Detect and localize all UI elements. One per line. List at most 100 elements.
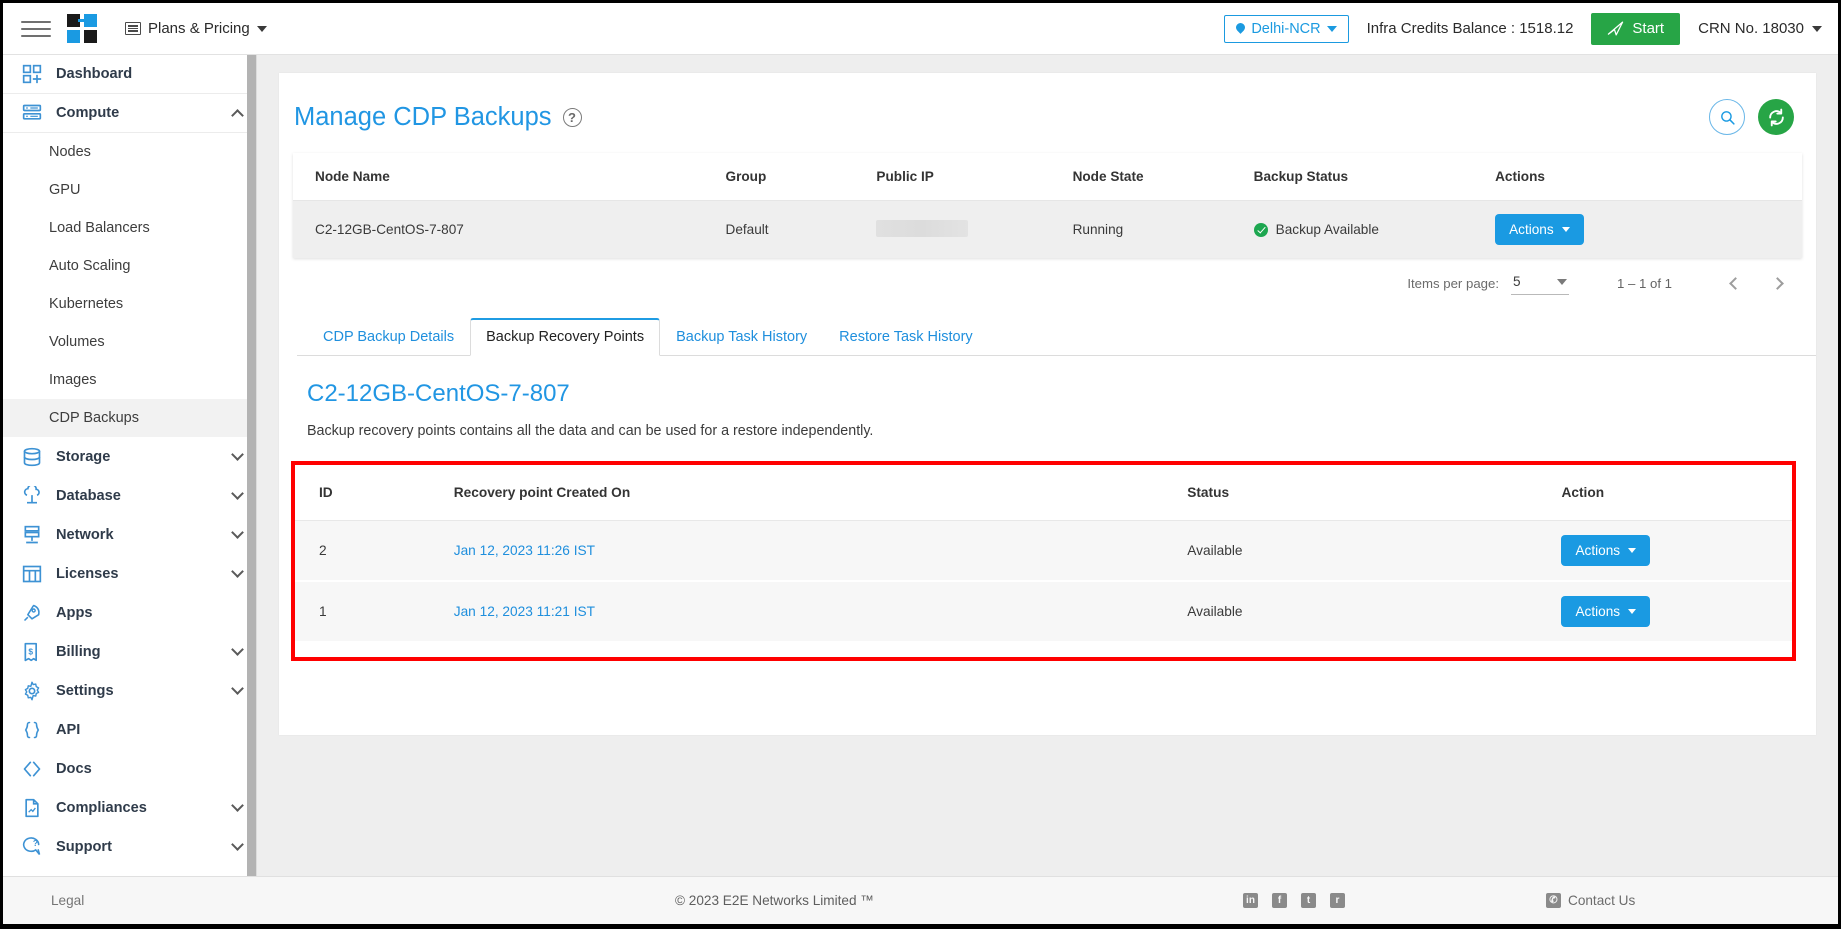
recovery-point-link[interactable]: Jan 12, 2023 11:26 IST bbox=[454, 543, 595, 558]
cell-status: Available bbox=[1163, 520, 1538, 582]
cell-action: Actions bbox=[1537, 520, 1792, 582]
contact-us-link[interactable]: ✆ Contact Us bbox=[1546, 893, 1635, 908]
cell-group: Default bbox=[715, 200, 867, 258]
top-bar-right: Delhi-NCR Infra Credits Balance : 1518.1… bbox=[1224, 3, 1838, 54]
chevron-down-icon bbox=[231, 682, 244, 695]
start-button[interactable]: Start bbox=[1591, 12, 1681, 45]
paginator: Items per page: 5 1 – 1 of 1 bbox=[279, 258, 1816, 295]
region-selector[interactable]: Delhi-NCR bbox=[1224, 14, 1349, 43]
footer: Legal © 2023 E2E Networks Limited ™ in f… bbox=[3, 876, 1838, 924]
sidebar-item-label: Network bbox=[56, 526, 114, 543]
sidebar-item-auto-scaling[interactable]: Auto Scaling bbox=[3, 247, 256, 285]
sidebar-item-database[interactable]: Database bbox=[3, 476, 256, 515]
e2e-networks-logo[interactable] bbox=[61, 9, 105, 49]
section-description: Backup recovery points contains all the … bbox=[307, 423, 874, 439]
sidebar-scrollbar-track[interactable] bbox=[247, 55, 256, 876]
top-bar: Plans & Pricing Delhi-NCR Infra Credits … bbox=[3, 3, 1838, 55]
sidebar-item-licenses[interactable]: Licenses bbox=[3, 554, 256, 593]
sidebar-item-volumes[interactable]: Volumes bbox=[3, 323, 256, 361]
sidebar-item-billing[interactable]: $ Billing bbox=[3, 632, 256, 671]
chevron-down-icon bbox=[1628, 609, 1637, 614]
sidebar-item-cdp-backups[interactable]: CDP Backups bbox=[3, 399, 256, 437]
col-group: Group bbox=[715, 153, 867, 201]
search-button[interactable] bbox=[1709, 99, 1745, 135]
recovery-points-header-row: ID Recovery point Created On Status Acti… bbox=[295, 465, 1792, 521]
recovery-table-footer-space bbox=[295, 643, 1792, 657]
tab-cdp-backup-details[interactable]: CDP Backup Details bbox=[307, 319, 470, 356]
table-row: C2-12GB-CentOS-7-807 Default Running Bac… bbox=[293, 200, 1802, 258]
sidebar-subitem-label: GPU bbox=[49, 182, 81, 198]
recovery-points-highlight-box: ID Recovery point Created On Status Acti… bbox=[291, 461, 1796, 661]
sidebar-subitem-label: Images bbox=[49, 372, 97, 388]
sidebar-item-support[interactable]: ? Support bbox=[3, 827, 256, 866]
cell-backup-status: Backup Available bbox=[1243, 200, 1486, 258]
location-pin-icon bbox=[1234, 21, 1248, 34]
crn-menu[interactable]: CRN No. 18030 bbox=[1698, 20, 1822, 37]
cell-status: Available bbox=[1163, 581, 1538, 643]
svg-text:$: $ bbox=[28, 646, 33, 656]
chevron-down-icon bbox=[256, 25, 267, 32]
next-page-button[interactable] bbox=[1766, 273, 1788, 295]
recovery-point-actions-button[interactable]: Actions bbox=[1561, 535, 1651, 566]
node-actions-button[interactable]: Actions bbox=[1495, 214, 1584, 245]
node-table-header-row: Node Name Group Public IP Node State Bac… bbox=[293, 153, 1802, 201]
chevron-down-icon bbox=[231, 565, 244, 578]
legal-link[interactable]: Legal bbox=[3, 893, 257, 908]
sidebar-item-nodes[interactable]: Nodes bbox=[3, 133, 256, 171]
col-created-on: Recovery point Created On bbox=[429, 465, 1164, 521]
sidebar-item-compute[interactable]: Compute bbox=[3, 94, 256, 133]
page-title: Manage CDP Backups ? bbox=[294, 103, 582, 132]
database-icon bbox=[21, 446, 43, 468]
sidebar-item-network[interactable]: Network bbox=[3, 515, 256, 554]
chevron-down-icon bbox=[231, 487, 244, 500]
cell-actions: Actions bbox=[1485, 200, 1802, 258]
list-icon bbox=[125, 22, 141, 35]
cell-node-name: C2-12GB-CentOS-7-807 bbox=[293, 200, 716, 258]
sidebar-item-compliances[interactable]: Compliances bbox=[3, 788, 256, 827]
sidebar-subitem-label: Kubernetes bbox=[49, 296, 124, 312]
sidebar-item-docs[interactable]: Docs bbox=[3, 749, 256, 788]
braces-icon bbox=[21, 719, 43, 741]
help-circle-icon[interactable]: ? bbox=[562, 107, 582, 127]
chevron-up-icon bbox=[231, 108, 244, 122]
sidebar-item-apps[interactable]: Apps bbox=[3, 593, 256, 632]
gear-icon bbox=[21, 680, 43, 702]
masked-ip-redaction bbox=[876, 219, 969, 237]
sidebar-item-images[interactable]: Images bbox=[3, 361, 256, 399]
twitter-icon[interactable]: t bbox=[1301, 893, 1316, 908]
sidebar-item-label: Apps bbox=[56, 604, 93, 621]
plans-and-pricing-menu[interactable]: Plans & Pricing bbox=[125, 20, 267, 37]
hamburger-icon[interactable] bbox=[13, 17, 59, 41]
linkedin-icon[interactable]: in bbox=[1243, 893, 1258, 908]
sidebar-item-dashboard[interactable]: Dashboard bbox=[3, 55, 256, 94]
refresh-button[interactable] bbox=[1758, 99, 1794, 135]
items-per-page-select[interactable]: 5 bbox=[1511, 272, 1569, 295]
cell-created-on: Jan 12, 2023 11:26 IST bbox=[429, 520, 1164, 582]
table-row: 2 Jan 12, 2023 11:26 IST Available Actio… bbox=[295, 520, 1792, 582]
facebook-icon[interactable]: f bbox=[1272, 893, 1287, 908]
sidebar-item-settings[interactable]: Settings bbox=[3, 671, 256, 710]
rss-icon[interactable]: r bbox=[1330, 893, 1345, 908]
sidebar-item-kubernetes[interactable]: Kubernetes bbox=[3, 285, 256, 323]
sidebar-item-storage[interactable]: Storage bbox=[3, 437, 256, 476]
cell-action: Actions bbox=[1537, 581, 1792, 643]
sidebar-item-gpu[interactable]: GPU bbox=[3, 171, 256, 209]
tab-restore-task-history[interactable]: Restore Task History bbox=[823, 319, 989, 356]
recovery-point-link[interactable]: Jan 12, 2023 11:21 IST bbox=[454, 604, 595, 619]
col-backup-status: Backup Status bbox=[1243, 153, 1486, 201]
sidebar-item-label: Support bbox=[56, 838, 112, 855]
sidebar-item-api[interactable]: API bbox=[3, 710, 256, 749]
main-content: Manage CDP Backups ? Node Name Group Pub… bbox=[257, 55, 1838, 876]
chevron-down-icon bbox=[1557, 278, 1567, 285]
previous-page-button[interactable] bbox=[1724, 273, 1746, 295]
sidebar-item-load-balancers[interactable]: Load Balancers bbox=[3, 209, 256, 247]
code-brackets-icon bbox=[21, 758, 43, 780]
sidebar-item-label: Dashboard bbox=[56, 66, 133, 82]
col-actions: Actions bbox=[1485, 153, 1802, 201]
sidebar-scrollbar-thumb[interactable] bbox=[247, 55, 256, 876]
sidebar-scroll-area: Dashboard Compute Nodes GPU Load Balance… bbox=[3, 55, 256, 876]
tab-backup-recovery-points[interactable]: Backup Recovery Points bbox=[470, 318, 661, 356]
tab-backup-task-history[interactable]: Backup Task History bbox=[660, 319, 823, 356]
social-links: in f t r bbox=[1243, 893, 1345, 908]
recovery-point-actions-button[interactable]: Actions bbox=[1561, 596, 1651, 627]
